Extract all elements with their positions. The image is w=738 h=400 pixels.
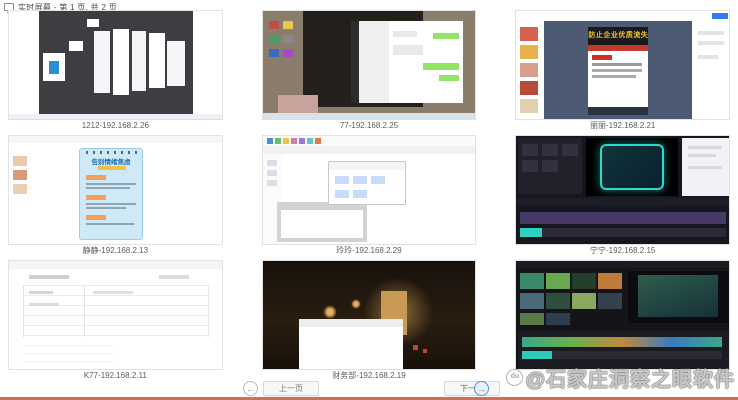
screen-thumbnail-clip-editor: [515, 260, 730, 370]
screen-tile-5[interactable]: 玲玲-192.168.2.29: [262, 135, 477, 257]
device-label: 玲玲-192.168.2.29: [262, 245, 477, 257]
screen-thumbnail-diagram-app: [262, 135, 477, 245]
device-label: 宁宁-192.168.2.15: [515, 245, 730, 257]
screen-thumbnail-video-editor: [515, 135, 730, 245]
arrow-left-icon: ←: [246, 384, 255, 394]
screen-thumbnail-wechat: [262, 10, 477, 120]
prev-page-button[interactable]: 上一页: [263, 381, 319, 396]
device-label: [515, 370, 730, 382]
next-page-button[interactable]: 下一页: [444, 381, 500, 396]
screen-tile-6[interactable]: 宁宁-192.168.2.15: [515, 135, 730, 257]
poster-title: 防止企业优质流失: [588, 30, 648, 40]
screen-tile-1[interactable]: 1212-192.168.2.26: [8, 10, 223, 132]
device-label: 1212-192.168.2.26: [8, 120, 223, 132]
screen-tile-3[interactable]: 防止企业优质流失 丽丽-192.168.2.21: [515, 10, 730, 132]
screen-thumbnail-poster-editor: 防止企业优质流失: [515, 10, 730, 120]
device-label: 静静-192.168.2.13: [8, 245, 223, 257]
screen-tile-7[interactable]: K77-192.168.2.11: [8, 260, 223, 382]
screen-tile-4[interactable]: 告别情绪焦虑 静静-192.168.2.13: [8, 135, 223, 257]
video-preview-frame: [600, 144, 664, 190]
screens-grid: 1212-192.168.2.26 77-192.168.2.25 防止企业优质…: [8, 10, 730, 382]
screen-thumbnail-night-photo: [262, 260, 477, 370]
screen-thumbnail-note-doc: 告别情绪焦虑: [8, 135, 223, 245]
screen-tile-8[interactable]: 财务部-192.168.2.19: [262, 260, 477, 382]
screen-thumbnail-design-app: [8, 10, 223, 120]
device-label: 丽丽-192.168.2.21: [515, 120, 730, 132]
prev-page-arrow-button[interactable]: ←: [243, 381, 258, 396]
screen-tile-2[interactable]: 77-192.168.2.25: [262, 10, 477, 132]
monitoring-app-window: 实时屏幕 - 第 1 页, 共 2 页 1212-192.168.2.26 77…: [0, 0, 738, 400]
screen-tile-9[interactable]: [515, 260, 730, 382]
device-label: K77-192.168.2.11: [8, 370, 223, 382]
note-card: 告别情绪焦虑: [79, 148, 143, 240]
next-page-arrow-button[interactable]: →: [474, 381, 489, 396]
device-label: 77-192.168.2.25: [262, 120, 477, 132]
arrow-right-icon: →: [477, 384, 486, 394]
poster-title: 告别情绪焦虑: [80, 156, 142, 166]
screen-thumbnail-spreadsheet: [8, 260, 223, 370]
